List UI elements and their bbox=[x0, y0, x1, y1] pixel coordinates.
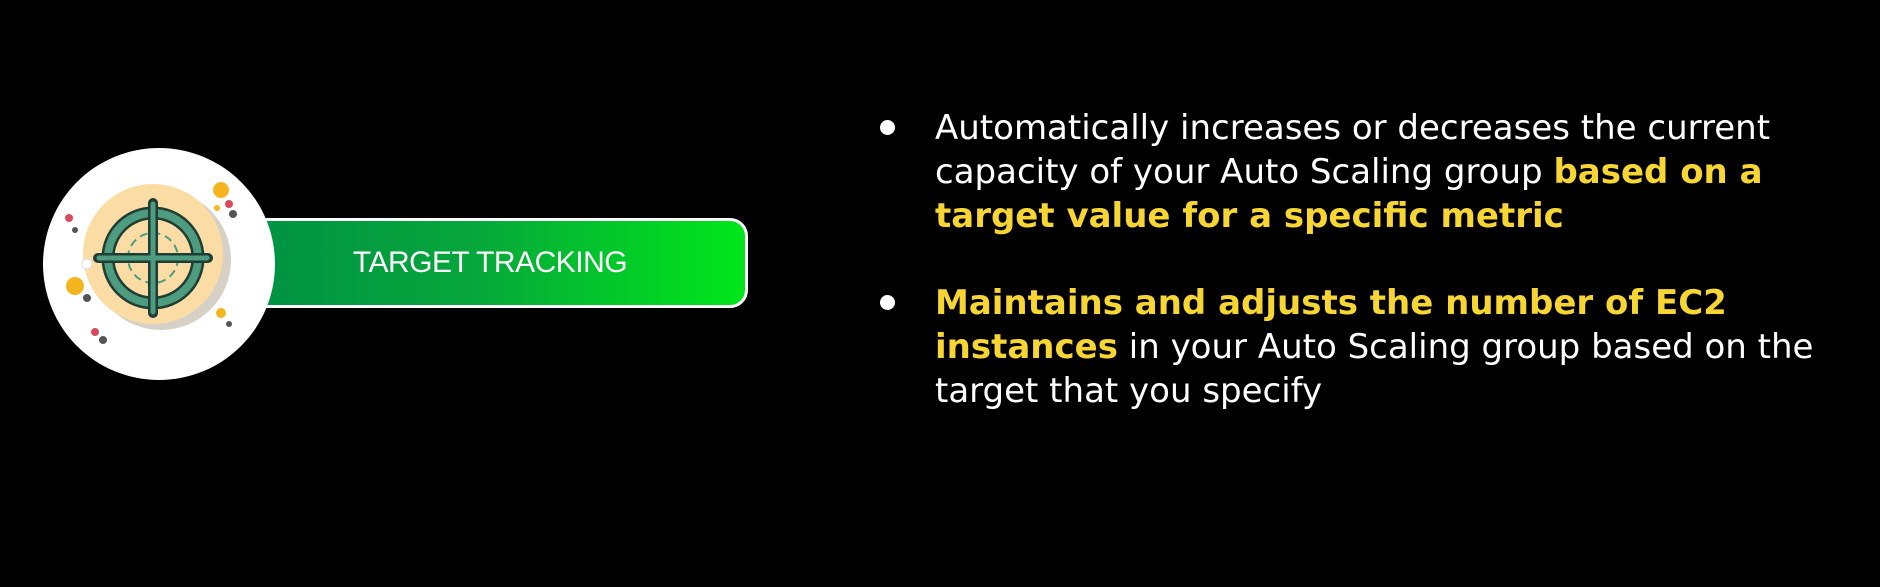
bullet-list: Automatically increases or decreases the… bbox=[880, 106, 1840, 413]
bullet-item-1: Automatically increases or decreases the… bbox=[880, 106, 1840, 238]
bullet-dot-icon bbox=[880, 295, 895, 310]
crosshair-target-icon bbox=[65, 182, 237, 344]
bullet-item-2: Maintains and adjusts the number of EC2 … bbox=[880, 281, 1840, 413]
bullet-dot-icon bbox=[880, 120, 895, 135]
slide: TARGET TRACKING Automatically increases … bbox=[0, 0, 1880, 587]
banner-label: TARGET TRACKING bbox=[352, 246, 628, 279]
